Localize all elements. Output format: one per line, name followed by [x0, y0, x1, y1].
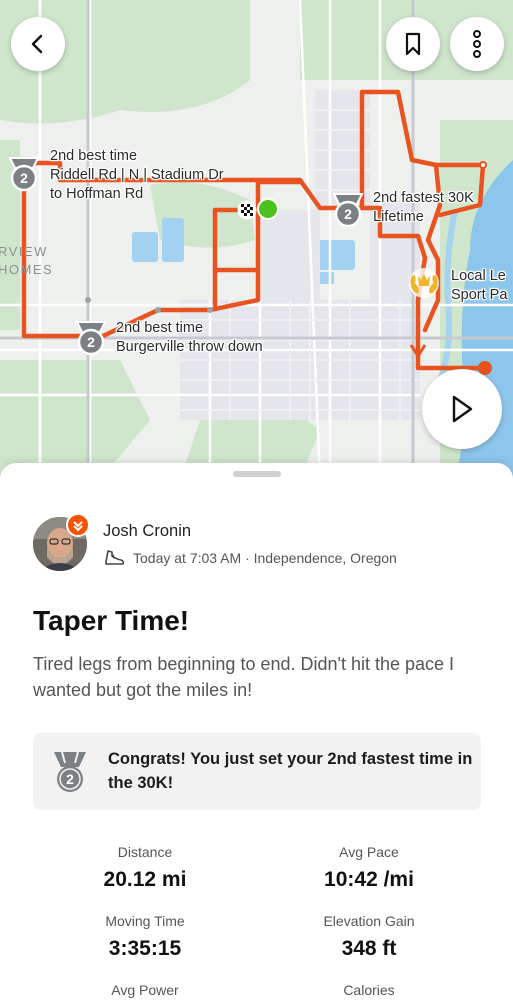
segment-medal-icon[interactable]: 2 [73, 318, 109, 356]
activity-title: Taper Time! [33, 605, 190, 636]
activity-meta-text: Today at 7:03 AM · Independence, Oregon [133, 550, 397, 566]
svg-text:2: 2 [87, 334, 95, 350]
more-vertical-icon [473, 30, 481, 58]
stat-label: Distance [117, 844, 173, 860]
stat-avg-power: Avg Power [35, 981, 255, 999]
achievement-text: Congrats! You just set your 2nd fastest … [108, 750, 473, 792]
neighborhood-label: RVIEW HOMES [0, 244, 54, 277]
segment-medal-icon[interactable]: 2 [330, 190, 366, 228]
play-icon [452, 395, 473, 423]
segment-medal-icon[interactable]: 2 [6, 154, 42, 192]
segment-label-30k[interactable]: 2nd fastest 30K Lifetime [373, 189, 474, 227]
more-options-button[interactable] [450, 17, 504, 71]
route-map[interactable]: 2 2 2 2nd best time Riddell Rd | N | Sta… [0, 0, 513, 480]
bookmark-icon [405, 32, 421, 56]
stat-value: 20.12 mi [103, 868, 187, 891]
stat-elevation-gain: Elevation Gain 348 ft [259, 912, 479, 964]
segment-label-riddell[interactable]: 2nd best time Riddell Rd | N | Stadium D… [50, 147, 224, 204]
stat-avg-pace: Avg Pace 10:42 /mi [259, 843, 479, 895]
subscriber-badge-icon [66, 513, 90, 537]
activity-sheet[interactable]: Josh Cronin Today at 7:03 AM · Independe… [0, 463, 513, 1000]
medal-icon: 2 [54, 751, 86, 792]
stat-calories: Calories [259, 981, 479, 999]
stat-value: 348 ft [341, 937, 397, 960]
stat-label: Avg Power [111, 982, 179, 998]
local-legend-laurel-icon[interactable] [406, 266, 442, 300]
athlete-name[interactable]: Josh Cronin [103, 522, 191, 541]
medal-rank: 2 [66, 771, 74, 787]
achievement-banner[interactable]: 2 Congrats! You just set your 2nd fastes… [33, 733, 481, 810]
chevron-left-icon [31, 34, 43, 54]
stat-label: Calories [343, 982, 395, 998]
stat-label: Avg Pace [339, 844, 399, 860]
save-route-button[interactable] [386, 17, 440, 71]
activity-meta: Today at 7:03 AM · Independence, Oregon [103, 548, 397, 568]
drag-handle[interactable] [233, 471, 281, 477]
local-legend-label[interactable]: Local Le Sport Pa [451, 267, 507, 305]
stat-distance: Distance 20.12 mi [35, 843, 255, 895]
svg-text:2: 2 [344, 206, 352, 222]
finish-flag-icon [237, 200, 257, 220]
play-flyover-button[interactable] [422, 369, 502, 449]
back-button[interactable] [11, 17, 65, 71]
stat-value: 3:35:15 [108, 937, 182, 960]
activity-description: Tired legs from beginning to end. Didn't… [33, 654, 455, 700]
stat-moving-time: Moving Time 3:35:15 [35, 912, 255, 964]
stat-value: 10:42 /mi [324, 868, 414, 891]
start-point-icon [257, 198, 279, 220]
stat-label: Elevation Gain [323, 913, 415, 929]
stat-label: Moving Time [105, 913, 185, 929]
segment-label-burgerville[interactable]: 2nd best time Burgerville throw down [116, 319, 263, 357]
shoe-icon [105, 550, 125, 565]
svg-text:2: 2 [20, 170, 28, 186]
